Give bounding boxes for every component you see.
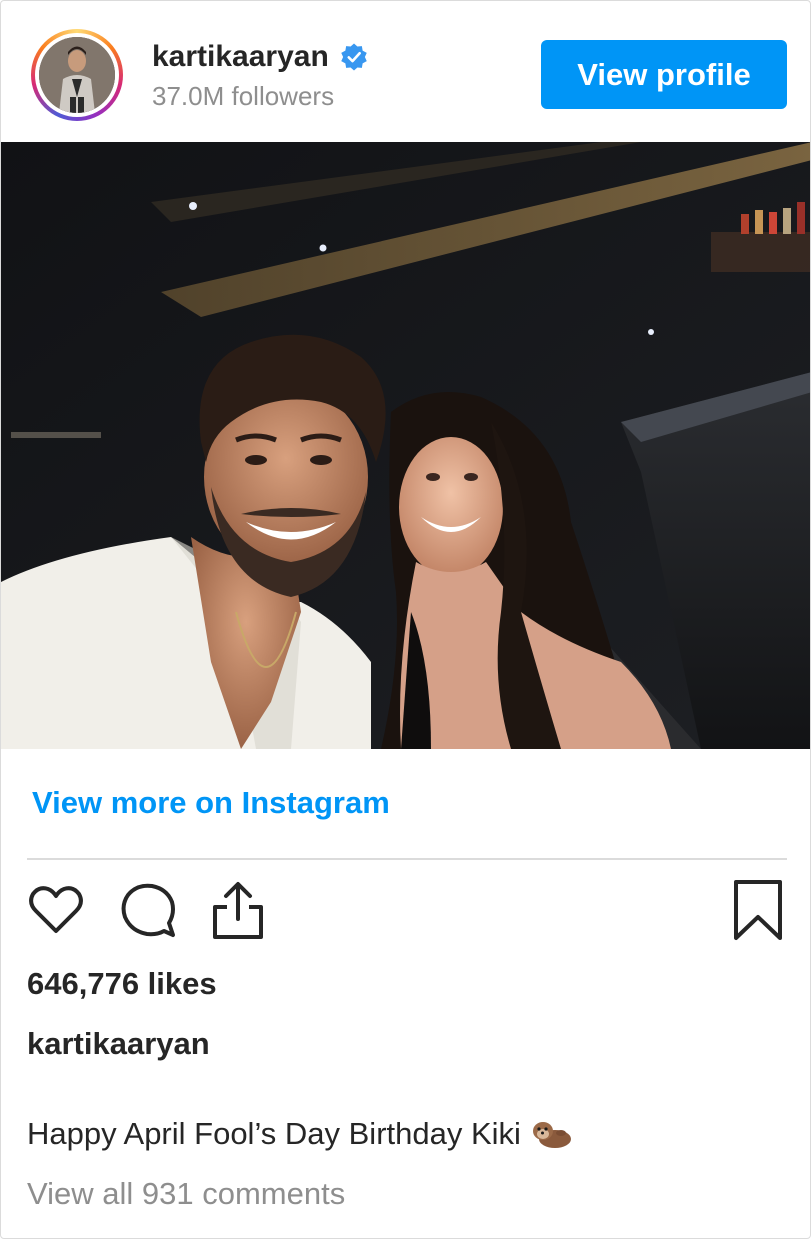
avatar-image: [39, 37, 115, 113]
view-more-link[interactable]: View more on Instagram: [32, 785, 390, 821]
heart-icon: [29, 886, 83, 933]
verified-badge-icon: [339, 42, 369, 72]
avatar[interactable]: [39, 37, 115, 113]
share-button[interactable]: [207, 879, 269, 941]
post-header: kartikaaryan 37.0M followers View profil…: [1, 1, 810, 142]
view-profile-button[interactable]: View profile: [541, 40, 787, 109]
divider: [27, 858, 787, 860]
follower-count: 37.0M followers: [152, 81, 335, 111]
instagram-embed-card: kartikaaryan 37.0M followers View profil…: [0, 0, 811, 1239]
like-button[interactable]: [25, 879, 87, 941]
view-all-comments-link[interactable]: View all 931 comments: [27, 1176, 345, 1212]
post-photo: [1, 142, 810, 749]
username-row: kartikaaryan: [152, 39, 369, 75]
story-ring[interactable]: [31, 29, 123, 121]
save-button[interactable]: [727, 879, 789, 941]
caption-username[interactable]: kartikaaryan: [27, 1026, 210, 1062]
bookmark-icon: [734, 880, 782, 940]
username-link[interactable]: kartikaaryan: [152, 40, 329, 74]
like-count[interactable]: 646,776 likes: [27, 966, 217, 1002]
caption: Happy April Fool’s Day Birthday Kiki: [27, 1116, 573, 1152]
comment-button[interactable]: [117, 879, 179, 941]
otter-emoji-icon: [531, 1117, 573, 1151]
caption-text: Happy April Fool’s Day Birthday Kiki: [27, 1116, 521, 1151]
post-image[interactable]: [1, 142, 810, 749]
comment-icon: [121, 883, 175, 937]
share-icon: [213, 882, 263, 939]
